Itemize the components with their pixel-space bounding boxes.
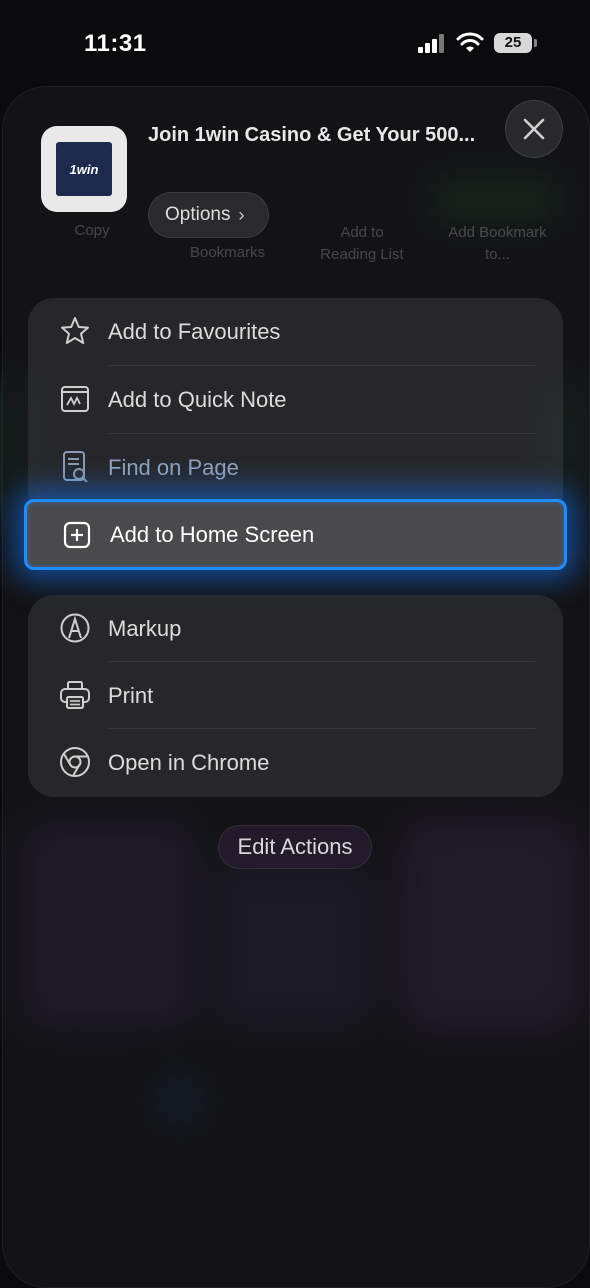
menu-item-label: Find on Page <box>108 454 239 480</box>
menu-item-add-to-quick-note[interactable]: Add to Quick Note <box>28 366 563 433</box>
menu-item-label: Add to Quick Note <box>108 386 287 412</box>
chrome-icon <box>58 745 92 779</box>
ghost-copy-label: Copy <box>74 222 110 239</box>
menu-item-print[interactable]: Print <box>28 662 563 729</box>
printer-icon <box>58 678 92 712</box>
ghost-reading-list-label: Add to Reading List <box>320 224 404 263</box>
wifi-icon <box>456 32 484 52</box>
star-icon <box>58 314 92 348</box>
actions-group-2: Markup Print Open in Chrome <box>28 595 563 797</box>
find-on-page-icon <box>58 450 92 484</box>
menu-item-add-to-favourites[interactable]: Add to Favourites <box>28 298 563 365</box>
add-square-icon <box>63 521 91 554</box>
menu-item-label: Add to Home Screen <box>110 522 315 547</box>
app-icon-logo: 1win <box>56 142 112 196</box>
menu-item-add-to-home-screen[interactable]: Add to Home Screen <box>24 499 567 570</box>
actions-group-1: Add to Favourites Add to Quick Note Find… <box>28 298 563 518</box>
ghost-bookmarks-label: Bookmarks <box>189 244 266 261</box>
battery-icon: 25 <box>494 33 537 53</box>
share-title: Join 1win Casino & Get Your 500... <box>148 124 476 146</box>
close-button[interactable] <box>505 100 563 158</box>
edit-actions-button[interactable]: Edit Actions <box>218 825 372 869</box>
options-button[interactable]: Options › <box>148 192 269 238</box>
status-bar: 11:31 25 <box>0 0 590 86</box>
cellular-signal-icon <box>418 33 448 53</box>
menu-item-open-in-chrome[interactable]: Open in Chrome <box>28 729 563 796</box>
menu-item-markup[interactable]: Markup <box>28 595 563 662</box>
menu-item-label: Markup <box>108 615 182 641</box>
status-time: 11:31 <box>84 30 147 57</box>
ghost-add-bookmark-label: Add Bookmark to... <box>448 224 547 263</box>
quick-note-icon <box>58 382 92 416</box>
menu-item-label: Print <box>108 682 154 708</box>
menu-item-find-on-page[interactable]: Find on Page <box>28 434 563 501</box>
menu-item-label: Open in Chrome <box>108 749 270 775</box>
chevron-right-icon: › <box>238 204 245 225</box>
menu-item-label: Add to Favourites <box>108 318 281 344</box>
site-app-icon: 1win <box>41 126 127 212</box>
markup-icon <box>58 611 92 645</box>
close-icon <box>523 118 545 140</box>
options-label: Options <box>165 204 231 225</box>
